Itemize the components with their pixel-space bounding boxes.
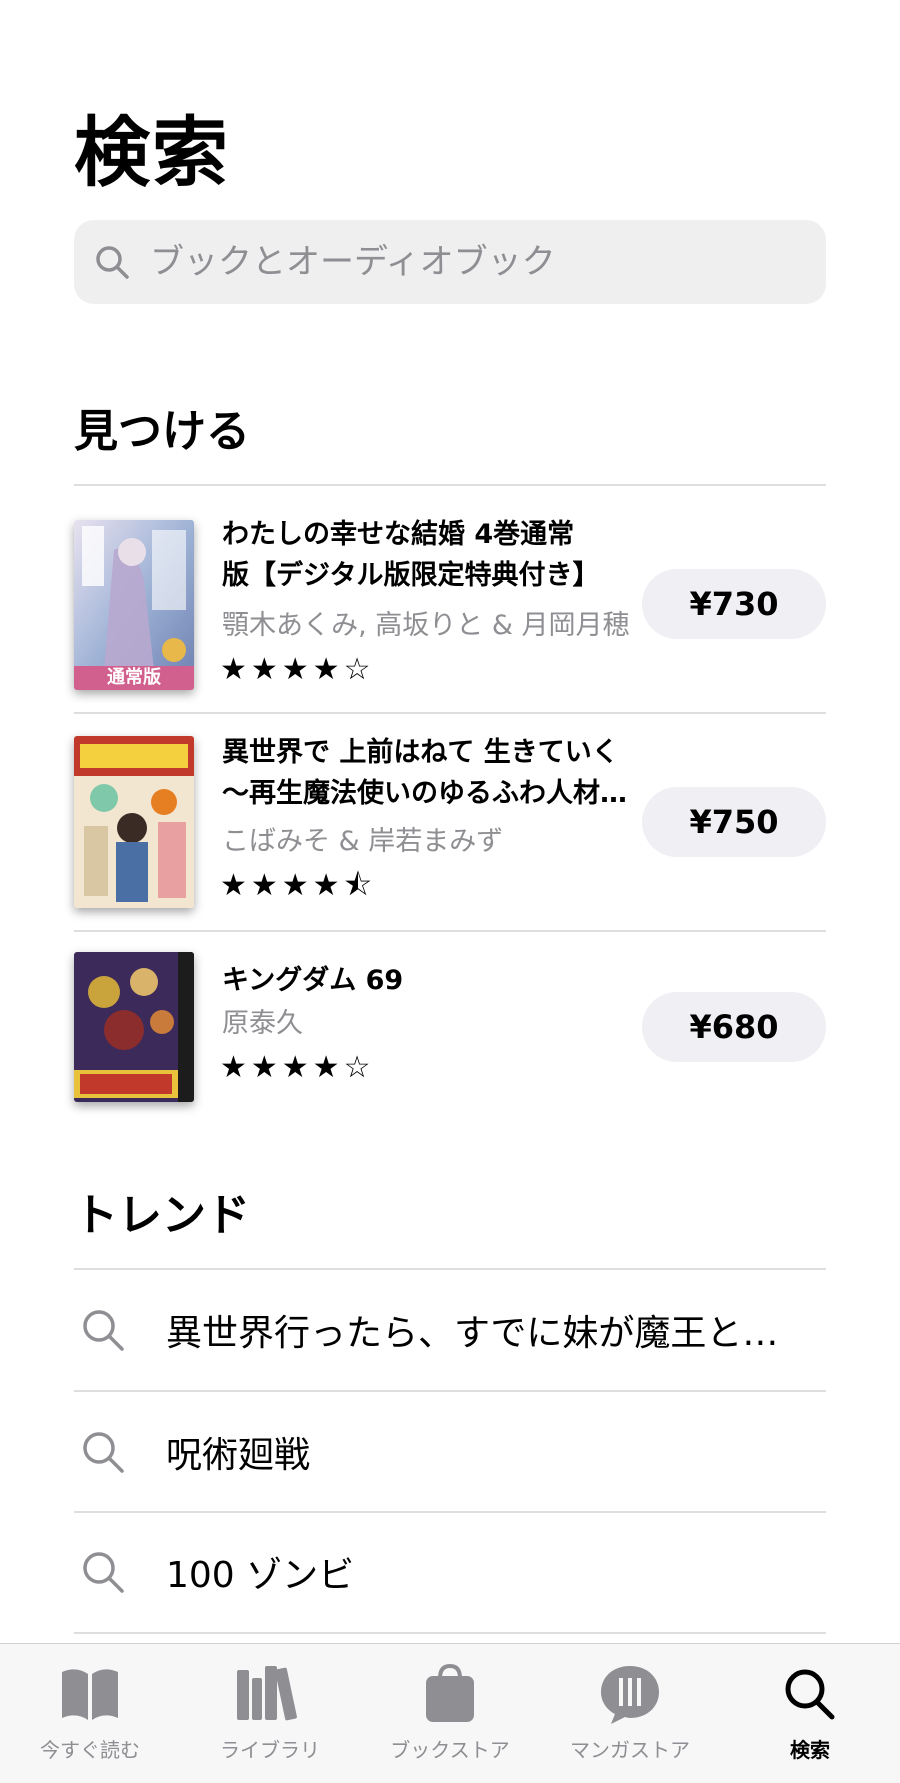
trend-item[interactable]: 呪術廻戦 [74, 1392, 826, 1512]
search-icon [83, 1552, 124, 1593]
trend-item[interactable]: 100 ゾンビ [74, 1512, 826, 1632]
book-author: 原泰久 [222, 1008, 303, 1039]
trend-heading: トレンド [74, 1190, 250, 1241]
trend-label: 異世界行ったら、すでに妹が魔王と… [166, 1313, 779, 1354]
trend-label: 100 ゾンビ [166, 1555, 355, 1596]
book-list-item[interactable]: 通常版 わたしの幸せな結婚 4巻通常 版【デジタル版限定特典付き】 顎木あくみ,… [74, 484, 826, 712]
buy-price-button[interactable]: ¥730 [642, 569, 826, 639]
tab-read-now[interactable]: 今すぐ読む [0, 1662, 180, 1763]
tab-bookstore[interactable]: ブックストア [360, 1662, 540, 1763]
divider [74, 1632, 826, 1634]
trend-item[interactable]: 異世界行ったら、すでに妹が魔王と… [74, 1270, 826, 1390]
books-stack-icon [237, 1666, 297, 1721]
book-list-item[interactable]: キングダム 69 原泰久 ★★★★☆ ¥680 [74, 930, 826, 1120]
book-title: 異世界で 上前はねて 生きていく 〜再生魔法使いのゆるふわ人材… [222, 737, 627, 809]
book-title: わたしの幸せな結婚 4巻通常 版【デジタル版限定特典付き】 [222, 519, 600, 591]
search-icon [96, 246, 129, 279]
book-author: こばみそ & 岸若まみず [222, 826, 504, 857]
search-bar[interactable] [74, 220, 826, 304]
search-icon [83, 1310, 124, 1351]
search-input[interactable] [150, 242, 800, 282]
trend-label: 呪術廻戦 [166, 1435, 311, 1476]
buy-price-button[interactable]: ¥680 [642, 992, 826, 1062]
tab-library[interactable]: ライブラリ [180, 1662, 360, 1763]
book-cover[interactable] [74, 952, 194, 1102]
page-title: 検索 [74, 108, 230, 197]
book-list-item[interactable]: 異世界で 上前はねて 生きていく 〜再生魔法使いのゆるふわ人材… こばみそ & … [74, 712, 826, 930]
book-author: 顎木あくみ, 高坂りと & 月岡月穂 [222, 610, 630, 641]
book-title: キングダム 69 [222, 965, 404, 996]
star-rating: ★★★★⯪ [220, 868, 376, 903]
shopping-bag-icon [426, 1663, 474, 1722]
star-rating: ★★★★☆ [220, 652, 375, 687]
star-rating: ★★★★☆ [220, 1050, 375, 1085]
open-book-icon [62, 1669, 118, 1720]
tab-manga-store[interactable]: マンガストア [540, 1662, 720, 1763]
tab-search[interactable]: 検索 [720, 1662, 900, 1763]
manga-bubble-icon [601, 1666, 659, 1724]
buy-price-button[interactable]: ¥750 [642, 787, 826, 857]
cover-badge: 通常版 [107, 667, 161, 688]
book-cover[interactable]: 通常版 [74, 520, 194, 690]
search-icon [83, 1432, 124, 1473]
book-cover[interactable] [74, 736, 194, 908]
discover-heading: 見つける [74, 406, 250, 457]
search-icon [785, 1669, 835, 1720]
tab-bar: 今すぐ読む ライブラリ ブックストア マンガストア 検索 [0, 1643, 900, 1783]
